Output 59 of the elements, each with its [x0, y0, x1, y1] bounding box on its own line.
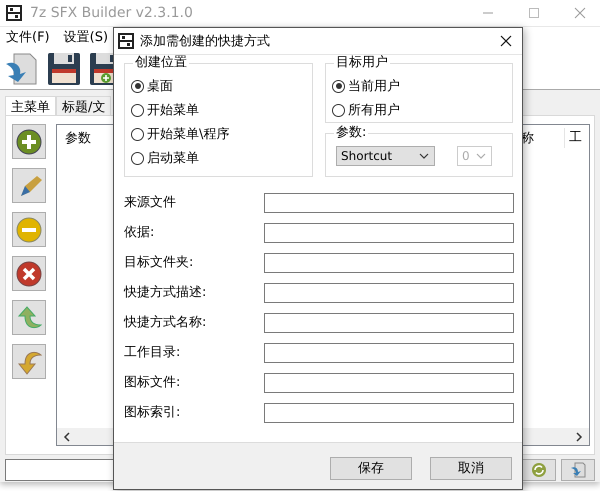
dialog-button[interactable]: 保存 — [330, 456, 412, 480]
dialog-button[interactable]: 取消 — [430, 456, 512, 480]
chevron-down-icon — [419, 153, 429, 159]
delete-icon — [15, 260, 43, 288]
field-label: 依据: — [124, 224, 156, 242]
field-label: 图标文件: — [124, 374, 182, 392]
menu-item[interactable]: 设置(S) — [64, 28, 108, 46]
tab[interactable]: 主菜单 — [5, 96, 56, 115]
app-logo-icon — [6, 5, 22, 21]
app-logo-icon — [118, 33, 134, 49]
radio-button[interactable] — [131, 104, 144, 116]
radio-button[interactable] — [332, 104, 345, 116]
radio-button[interactable] — [332, 80, 345, 92]
radio-button[interactable] — [131, 80, 144, 92]
refresh-icon — [531, 462, 547, 478]
chevron-down-icon — [476, 153, 486, 159]
scroll-left-icon[interactable] — [63, 432, 71, 442]
field-label: 工作目录: — [124, 344, 182, 362]
input-field[interactable] — [264, 223, 514, 243]
field-label: 图标索引: — [124, 404, 182, 422]
input-field[interactable] — [264, 313, 514, 333]
input-field[interactable] — [264, 283, 514, 303]
toolbar-button[interactable] — [12, 124, 46, 159]
minus-icon — [15, 216, 43, 244]
radio-label[interactable]: 启动菜单 — [147, 149, 199, 167]
group-title: 目标用户 — [334, 55, 390, 71]
menu-item[interactable]: 文件(F) — [6, 28, 50, 46]
dialog-title: 添加需创建的快捷方式 — [140, 33, 270, 50]
group-title: 创建位置 — [133, 55, 189, 71]
input-field[interactable] — [264, 193, 514, 213]
tab[interactable]: 标题/文 — [56, 96, 112, 115]
add-icon — [15, 128, 43, 156]
radio-label[interactable]: 开始菜单\程序 — [147, 125, 230, 143]
field-label: 目标文件夹: — [124, 254, 194, 272]
radio-button[interactable] — [131, 128, 144, 140]
radio-label[interactable]: 所有用户 — [348, 101, 400, 119]
field-label: 快捷方式名称: — [124, 314, 208, 332]
refresh-button[interactable] — [522, 459, 556, 481]
group-title: 参数: — [334, 125, 368, 141]
radio-label[interactable]: 当前用户 — [348, 77, 400, 95]
window-title: 7z SFX Builder v2.3.1.0 — [30, 5, 193, 21]
field-label: 快捷方式描述: — [124, 284, 208, 302]
open-button[interactable] — [561, 459, 595, 481]
input-field[interactable] — [264, 403, 514, 423]
radio-label[interactable]: 桌面 — [147, 77, 173, 95]
input-field[interactable] — [264, 253, 514, 273]
close-icon[interactable] — [499, 34, 513, 48]
toolbar-button[interactable] — [12, 168, 46, 203]
toolbar-button[interactable] — [12, 256, 46, 291]
column-header[interactable]: 参数 — [57, 129, 91, 147]
radio-label[interactable]: 开始菜单 — [147, 101, 199, 119]
column-header[interactable]: 工 — [564, 128, 589, 148]
field-label: 来源文件 — [124, 194, 177, 212]
radio-button[interactable] — [131, 152, 144, 164]
input-field[interactable] — [264, 343, 514, 363]
scroll-right-icon[interactable] — [575, 432, 583, 442]
input-field[interactable] — [264, 373, 514, 393]
open-file-icon — [570, 462, 586, 478]
dropdown[interactable]: Shortcut — [336, 146, 435, 166]
